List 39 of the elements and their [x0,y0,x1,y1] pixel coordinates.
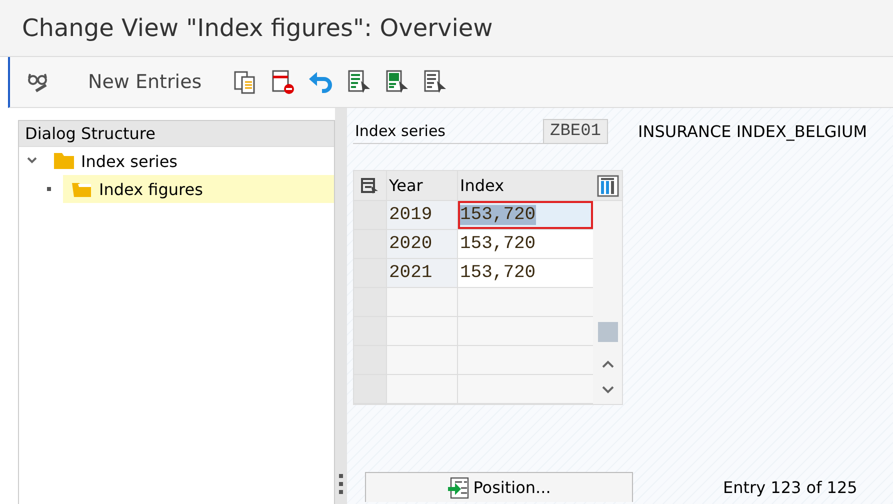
table-row[interactable]: 2020 153,720 [354,230,593,259]
table-row[interactable]: 2019 153,720 [354,201,593,230]
copy-icon[interactable] [232,69,258,95]
column-header[interactable]: Year [387,171,458,200]
series-description: INSURANCE INDEX_BELGIUM [638,122,868,140]
entry-count: Entry 123 of 125 [723,478,858,496]
splitter-grip-icon[interactable] [339,474,343,496]
scroll-up-icon[interactable] [602,360,614,368]
panel-header: Dialog Structure [19,121,334,147]
table-cell[interactable] [458,288,593,316]
window-title: Change View "Index figures": Overview [22,14,493,42]
tree-item[interactable]: Index series [19,147,334,175]
table-cell[interactable] [458,375,593,403]
table-cell[interactable]: 153,720 [458,230,593,258]
table-row[interactable]: 2021 153,720 [354,259,593,288]
undo-icon[interactable] [308,69,334,95]
series-field: ZBE01 [543,118,608,144]
delete-row-icon[interactable] [270,69,296,95]
position-button[interactable]: Position... [365,472,633,502]
scrollbar-thumb[interactable] [598,322,618,342]
chevron-icon[interactable] [27,157,37,165]
table-cell: 2020 [387,230,458,258]
deselect-list-icon[interactable] [422,69,448,95]
scroll-down-icon[interactable] [602,386,614,394]
column-layout-icon[interactable] [596,174,618,196]
open-folder-icon [71,180,93,198]
new-entries-button[interactable]: New Entries [64,67,220,97]
select-block-icon[interactable] [384,69,410,95]
folder-icon [53,152,75,170]
table-settings-icon[interactable] [361,176,379,194]
table-cell[interactable] [458,317,593,345]
select-list-icon[interactable] [346,69,372,95]
table-cell: 2019 [387,201,458,229]
column-header[interactable]: Index [458,171,593,200]
table-cell[interactable]: 153,720 [458,201,593,229]
table-cell: 2021 [387,259,458,287]
position-icon [447,476,470,498]
table-cell[interactable]: 153,720 [458,259,593,287]
table-cell[interactable] [458,346,593,374]
